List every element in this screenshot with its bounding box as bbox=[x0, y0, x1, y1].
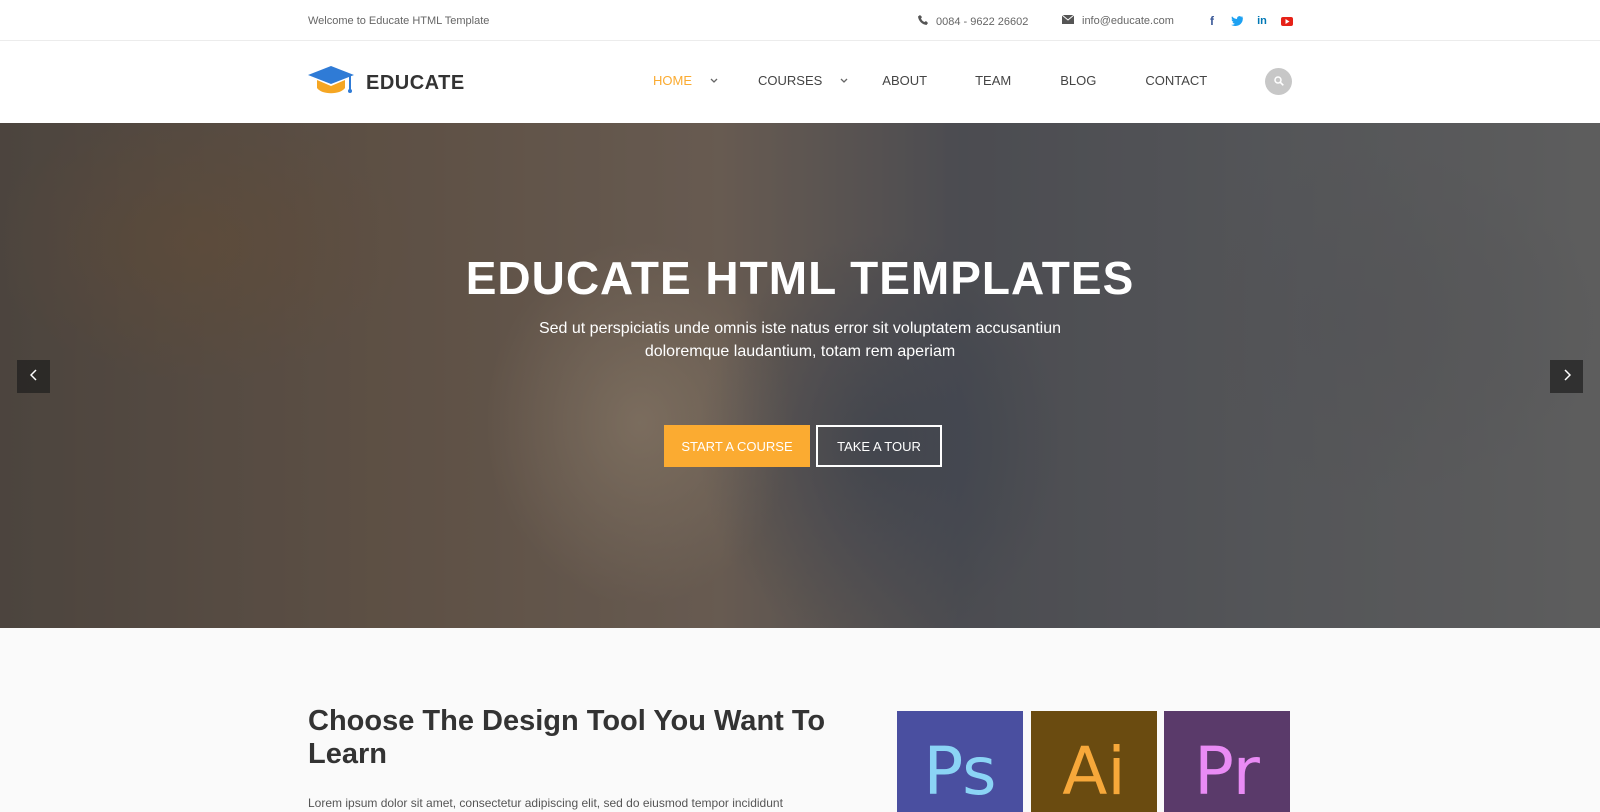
nav-item-label: BLOG bbox=[1060, 73, 1097, 88]
phone-number: 0084 - 9622 26602 bbox=[936, 15, 1029, 28]
nav-item-blog[interactable]: BLOG bbox=[1060, 73, 1096, 88]
nav-item-team[interactable]: TEAM bbox=[975, 73, 1011, 88]
main-header: EDUCATE HOME COURSES ABOUT TEAM BLOG CON… bbox=[0, 41, 1600, 123]
linkedin-icon[interactable]: in bbox=[1255, 14, 1269, 28]
chevron-left-icon bbox=[29, 368, 38, 386]
main-nav: HOME COURSES ABOUT TEAM BLOG CONTACT bbox=[653, 73, 1207, 88]
hero-title: EDUCATE HTML TEMPLATES bbox=[465, 252, 1135, 304]
nav-item-about[interactable]: ABOUT bbox=[882, 73, 927, 88]
slider-next-button[interactable] bbox=[1550, 360, 1583, 393]
section-text: Lorem ipsum dolor sit amet, consectetur … bbox=[308, 796, 783, 810]
hero-slider: EDUCATE HTML TEMPLATES Sed ut perspiciat… bbox=[0, 123, 1600, 628]
twitter-icon[interactable] bbox=[1230, 14, 1244, 28]
logo[interactable]: EDUCATE bbox=[308, 66, 465, 101]
nav-item-home[interactable]: HOME bbox=[653, 73, 718, 88]
facebook-icon[interactable]: f bbox=[1205, 14, 1219, 28]
slider-prev-button[interactable] bbox=[17, 360, 50, 393]
hero-subtitle: Sed ut perspiciatis unde omnis iste natu… bbox=[538, 320, 1062, 360]
premiere-tile[interactable]: Pr bbox=[1164, 711, 1290, 812]
chevron-right-icon bbox=[1563, 368, 1571, 386]
nav-item-label: TEAM bbox=[975, 73, 1012, 88]
nav-item-label: HOME bbox=[653, 73, 692, 88]
envelope-icon bbox=[1061, 14, 1075, 27]
email-address: info@educate.com bbox=[1082, 15, 1174, 27]
illustrator-tile[interactable]: Ai bbox=[1031, 711, 1157, 812]
nav-item-courses[interactable]: COURSES bbox=[758, 73, 848, 88]
start-course-button[interactable]: START A COURSE bbox=[664, 425, 810, 467]
email-contact[interactable]: info@educate.com bbox=[1061, 14, 1174, 27]
nav-item-label: CONTACT bbox=[1145, 73, 1208, 88]
chevron-down-icon bbox=[840, 76, 848, 86]
take-tour-button[interactable]: TAKE A TOUR bbox=[816, 425, 942, 467]
graduation-cap-icon bbox=[308, 66, 354, 101]
phone-contact[interactable]: 0084 - 9622 26602 bbox=[918, 15, 1028, 28]
search-button[interactable] bbox=[1265, 68, 1292, 95]
top-bar: Welcome to Educate HTML Template 0084 - … bbox=[0, 0, 1600, 41]
chevron-down-icon bbox=[710, 76, 718, 86]
section-title: Choose The Design Tool You Want To Learn bbox=[308, 705, 826, 770]
logo-text: EDUCATE bbox=[366, 72, 465, 94]
photoshop-tile[interactable]: Ps bbox=[897, 711, 1023, 812]
welcome-text: Welcome to Educate HTML Template bbox=[308, 15, 490, 27]
nav-item-label: COURSES bbox=[758, 73, 823, 88]
phone-icon bbox=[918, 15, 928, 28]
nav-item-contact[interactable]: CONTACT bbox=[1145, 73, 1207, 88]
nav-item-label: ABOUT bbox=[882, 73, 928, 88]
youtube-icon[interactable] bbox=[1280, 14, 1294, 28]
social-links: f in bbox=[1205, 14, 1294, 28]
search-icon bbox=[1273, 73, 1284, 91]
